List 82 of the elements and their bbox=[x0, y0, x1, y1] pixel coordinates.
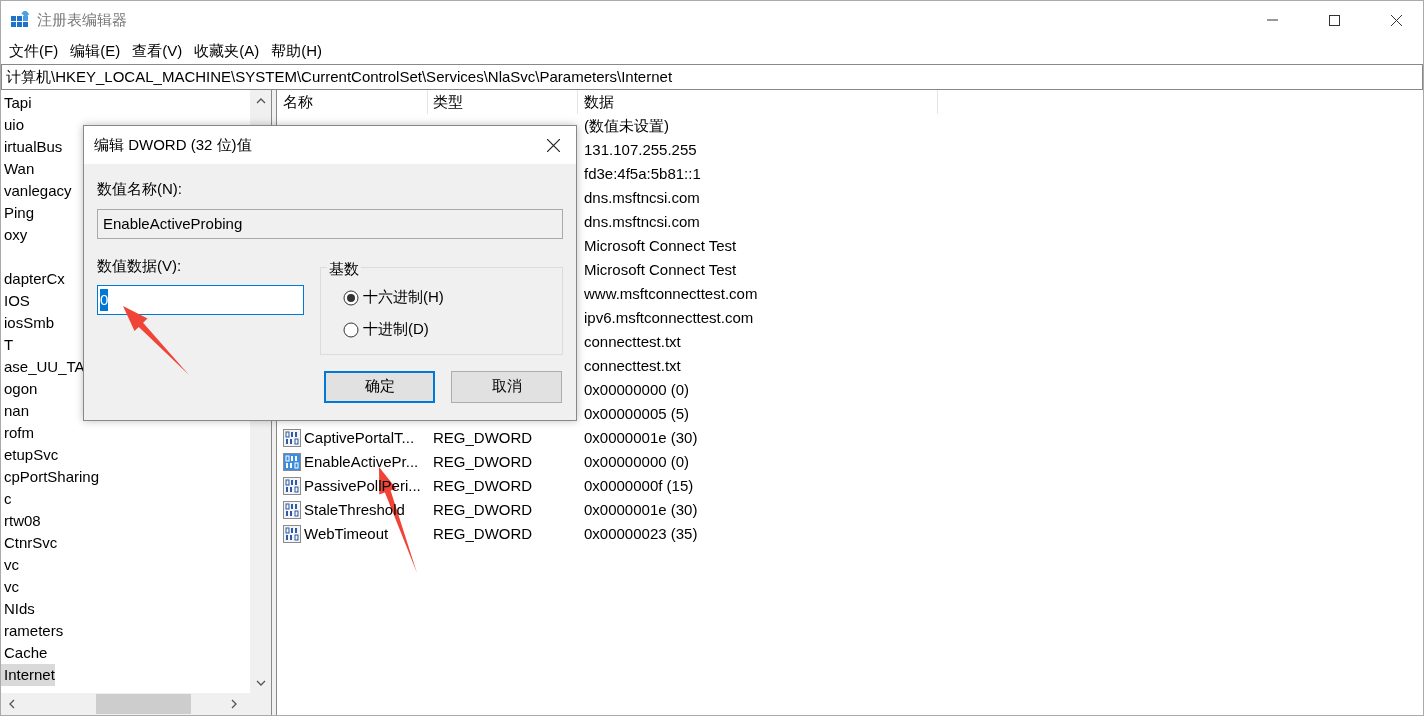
column-header[interactable]: 类型 bbox=[428, 90, 578, 114]
value-type: REG_DWORD bbox=[433, 452, 533, 470]
maximize-icon bbox=[1328, 14, 1340, 26]
tree-item[interactable]: vc bbox=[1, 576, 19, 598]
menu-item[interactable]: 查看(V) bbox=[126, 39, 189, 63]
value-data: ipv6.msftconnecttest.com bbox=[584, 308, 754, 326]
value-data: 0x0000001e (30) bbox=[584, 428, 698, 446]
value-data: dns.msftncsi.com bbox=[584, 212, 700, 230]
cancel-button[interactable]: 取消 bbox=[451, 370, 562, 403]
tree-item[interactable]: Ping bbox=[1, 202, 35, 224]
tree-item[interactable]: c bbox=[1, 488, 12, 510]
tree-item[interactable]: Internet bbox=[1, 664, 55, 686]
tree-item[interactable]: ase_UU_TA bbox=[1, 356, 85, 378]
menu-item[interactable]: 帮助(H) bbox=[265, 39, 328, 63]
close-icon bbox=[1390, 14, 1402, 26]
value-data: (数值未设置) bbox=[584, 116, 669, 134]
scrollbar-thumb[interactable] bbox=[96, 694, 191, 714]
tree-item[interactable]: vanlegacy bbox=[1, 180, 72, 202]
window-title: 注册表编辑器 bbox=[37, 9, 127, 30]
field-label: 数值数据(V): bbox=[97, 256, 182, 274]
menu-item[interactable]: 文件(F) bbox=[3, 39, 65, 63]
tree-item[interactable]: iosSmb bbox=[1, 312, 55, 334]
caret-right-icon bbox=[229, 699, 238, 709]
annotation-arrow bbox=[123, 306, 189, 375]
value-data: 131.107.255.255 bbox=[584, 140, 697, 158]
value-name-field[interactable]: EnableActiveProbing bbox=[97, 208, 563, 239]
dialog-title: 编辑 DWORD (32 位)值 bbox=[94, 134, 252, 155]
tree-item[interactable]: CtnrSvc bbox=[1, 532, 58, 554]
caret-up-icon bbox=[255, 96, 266, 105]
value-name[interactable]: EnableActivePr... bbox=[304, 450, 419, 474]
value-data: dns.msftncsi.com bbox=[584, 188, 700, 206]
radio-option[interactable]: 十六进制(H) bbox=[343, 285, 444, 310]
tree-item[interactable]: rameters bbox=[1, 620, 64, 642]
field-label: 数值名称(N): bbox=[97, 180, 182, 197]
column-header[interactable]: 数据 bbox=[578, 90, 938, 114]
value-data: connecttest.txt bbox=[584, 332, 681, 350]
value-type: REG_DWORD bbox=[433, 524, 533, 542]
ok-button[interactable]: 确定 bbox=[324, 370, 435, 403]
tree-item[interactable]: etupSvc bbox=[1, 444, 59, 466]
value-data-field[interactable]: 0 bbox=[97, 285, 304, 315]
tree-item[interactable]: nan bbox=[1, 400, 30, 422]
horizontal-scrollbar[interactable] bbox=[1, 693, 271, 715]
value-data: 0x0000000f (15) bbox=[584, 476, 694, 494]
tree-item[interactable]: cpPortSharing bbox=[1, 466, 100, 488]
value-data: 0x00000000 (0) bbox=[584, 380, 690, 398]
address-bar[interactable]: 计算机\HKEY_LOCAL_MACHINE\SYSTEM\CurrentControlSet\Services\NlaSvc\Parameters\Internet bbox=[1, 64, 1423, 90]
tree-item[interactable]: T bbox=[1, 334, 14, 356]
value-name[interactable]: CaptivePortalT... bbox=[304, 426, 415, 450]
value-data: fd3e:4f5a:5b81::1 bbox=[584, 164, 701, 182]
tree-item[interactable]: Cache bbox=[1, 642, 48, 664]
tree-item[interactable]: NIds bbox=[1, 598, 35, 620]
tree-item[interactable]: irtualBus bbox=[1, 136, 63, 158]
value-data: 0x0000001e (30) bbox=[584, 500, 698, 518]
value-name[interactable]: WebTimeout bbox=[304, 522, 389, 546]
tree-item[interactable]: Tapi bbox=[1, 92, 32, 114]
value-type: REG_DWORD bbox=[433, 476, 533, 494]
tree-item[interactable]: uio bbox=[1, 114, 25, 136]
value-data: 0x00000023 (35) bbox=[584, 524, 698, 542]
value-type: REG_DWORD bbox=[433, 500, 533, 518]
column-header[interactable]: 名称 bbox=[277, 90, 428, 114]
radio-option[interactable]: 十进制(D) bbox=[343, 317, 429, 342]
tree-item[interactable]: rofm bbox=[1, 422, 34, 444]
tree-item[interactable]: rtw08 bbox=[1, 510, 41, 532]
tree-item[interactable]: ogon bbox=[1, 378, 38, 400]
app-icon bbox=[11, 11, 29, 29]
caret-left-icon bbox=[7, 699, 16, 709]
tree-item[interactable]: vc bbox=[1, 554, 19, 576]
caret-down-icon bbox=[255, 678, 266, 687]
menu-item[interactable]: 编辑(E) bbox=[64, 39, 127, 63]
value-data: connecttest.txt bbox=[584, 356, 681, 374]
tree-item[interactable]: oxy bbox=[1, 224, 28, 246]
value-data: Microsoft Connect Test bbox=[584, 260, 737, 278]
menu-item[interactable]: 收藏夹(A) bbox=[188, 39, 266, 63]
tree-item[interactable]: dapterCx bbox=[1, 268, 65, 290]
value-type: REG_DWORD bbox=[433, 428, 533, 446]
value-data: Microsoft Connect Test bbox=[584, 236, 737, 254]
value-data: 0x00000000 (0) bbox=[584, 452, 690, 470]
close-icon bbox=[546, 138, 560, 152]
value-data: www.msftconnecttest.com bbox=[584, 284, 758, 302]
tree-item[interactable]: Wan bbox=[1, 158, 35, 180]
tree-item[interactable]: IOS bbox=[1, 290, 30, 312]
value-data: 0x00000005 (5) bbox=[584, 404, 690, 422]
